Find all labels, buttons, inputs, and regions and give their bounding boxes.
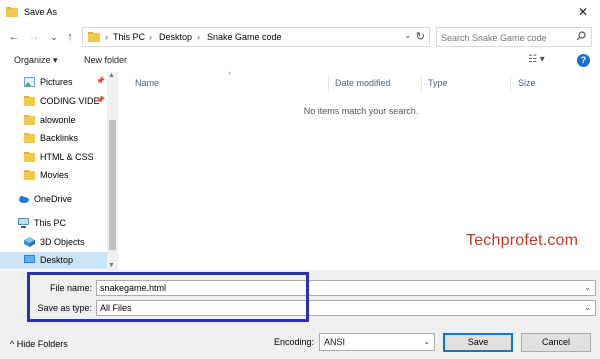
back-arrow-icon[interactable]: ←: [6, 29, 22, 45]
computer-icon: [18, 218, 29, 228]
watermark-text: Techprofet.com: [466, 232, 579, 249]
cancel-button[interactable]: Cancel: [521, 333, 591, 352]
save-button[interactable]: Save: [443, 333, 513, 352]
folder-icon: [24, 115, 35, 125]
folder-icon: [24, 96, 35, 106]
folder-icon: [88, 32, 100, 42]
pin-icon: 📌: [96, 97, 105, 104]
navigation-pane-scrollbar[interactable]: ▲ ▼: [107, 72, 118, 270]
sidebar-item-this-pc[interactable]: This PC: [0, 215, 106, 232]
recent-locations-chevron-icon[interactable]: ⌄: [46, 29, 62, 45]
chevron-down-icon[interactable]: ⌄: [584, 283, 591, 292]
breadcrumb-separator: ›: [105, 32, 108, 42]
save-as-window-icon: [6, 7, 18, 17]
chevron-down-icon[interactable]: ⌄: [584, 303, 591, 312]
window-title: Save As: [24, 7, 58, 17]
sidebar-item-label: Movies: [40, 170, 69, 180]
sidebar-item-label: Backlinks: [40, 133, 79, 143]
sidebar-item-label: This PC: [34, 218, 67, 228]
sidebar-item-onedrive[interactable]: OneDrive: [0, 191, 106, 208]
address-dropdown-icon[interactable]: ⌄: [404, 31, 411, 40]
cloud-icon: [19, 196, 29, 203]
column-header-type[interactable]: Type: [428, 78, 448, 88]
organize-button[interactable]: Organize ▾: [14, 55, 58, 66]
sidebar-item-desktop[interactable]: Desktop: [0, 252, 107, 269]
sidebar-item-alowonle[interactable]: alowonle: [0, 112, 106, 129]
sort-caret-icon: ^: [228, 72, 232, 79]
close-button[interactable]: ✕: [572, 3, 594, 21]
column-header-size[interactable]: Size: [518, 78, 536, 88]
help-icon[interactable]: ?: [577, 54, 590, 67]
title-bar: Save As ✕: [0, 0, 600, 24]
breadcrumb-separator: ›: [197, 32, 200, 42]
column-divider[interactable]: [328, 76, 329, 92]
navigation-pane: Pictures 📌 CODING VIDE 📌 alowonle Backli…: [0, 72, 118, 270]
sidebar-item-movies[interactable]: Movies: [0, 167, 106, 184]
column-divider[interactable]: [421, 76, 422, 92]
empty-folder-message: No items match your search.: [303, 106, 419, 116]
view-options-icon[interactable]: ☷ ▾: [528, 54, 545, 65]
sidebar-item-backlinks[interactable]: Backlinks: [0, 130, 106, 147]
search-input[interactable]: [441, 31, 569, 44]
forward-arrow-icon[interactable]: →: [26, 29, 42, 45]
refresh-icon[interactable]: ↻: [416, 30, 425, 43]
search-box[interactable]: [436, 27, 592, 47]
new-folder-button[interactable]: New folder: [84, 55, 127, 65]
address-bar[interactable]: › This PC › Desktop › Snake Game code ⌄ …: [82, 27, 430, 47]
command-bar: Organize ▾ New folder ☷ ▾ ?: [0, 50, 600, 72]
chevron-up-icon: ^: [10, 339, 15, 349]
navigation-bar: ← → ⌄ ↑ › This PC › Desktop › Snake Game…: [0, 24, 600, 50]
cube-icon: [24, 237, 35, 247]
breadcrumb-desktop[interactable]: Desktop: [159, 32, 192, 42]
encoding-select[interactable]: ANSI ⌄: [319, 333, 435, 351]
sidebar-item-label: Desktop: [40, 255, 74, 265]
breadcrumb-snake-game-code[interactable]: Snake Game code: [207, 32, 282, 42]
sidebar-item-label: Pictures: [40, 77, 73, 87]
folder-icon: [24, 170, 35, 180]
sidebar-item-3d-objects[interactable]: 3D Objects: [0, 234, 106, 251]
sidebar-item-coding-videos[interactable]: CODING VIDE 📌: [0, 93, 106, 110]
column-divider[interactable]: [510, 76, 511, 92]
breadcrumb-separator: ›: [149, 32, 152, 42]
pin-icon: 📌: [96, 78, 105, 85]
column-header-name[interactable]: Name: [135, 78, 159, 88]
search-icon: [576, 31, 586, 41]
sidebar-item-label: 3D Objects: [40, 237, 85, 247]
chevron-down-icon[interactable]: ⌄: [423, 337, 430, 346]
encoding-label: Encoding:: [274, 337, 315, 347]
sidebar-item-label: HTML & CSS: [40, 152, 94, 162]
breadcrumb-this-pc[interactable]: This PC: [113, 32, 145, 42]
scroll-down-icon[interactable]: ▼: [108, 262, 115, 269]
desktop-icon: [24, 255, 35, 263]
folder-icon: [24, 152, 35, 162]
sidebar-item-label: CODING VIDE: [40, 96, 100, 106]
sidebar-item-label: alowonle: [40, 115, 76, 125]
sidebar-item-pictures[interactable]: Pictures 📌: [0, 74, 106, 91]
highlight-annotation-box: [27, 272, 309, 322]
up-arrow-icon[interactable]: ↑: [62, 29, 78, 45]
column-header-date-modified[interactable]: Date modified: [335, 78, 391, 88]
hide-folders-label: Hide Folders: [16, 339, 68, 349]
sidebar-item-label: OneDrive: [34, 194, 73, 204]
folder-icon: [24, 133, 35, 143]
sidebar-item-html-css[interactable]: HTML & CSS: [0, 149, 106, 166]
file-list: ^ Name Date modified Type Size No items …: [118, 72, 600, 270]
hide-folders-toggle[interactable]: ^ Hide Folders: [10, 339, 68, 349]
scrollbar-thumb[interactable]: [109, 120, 116, 250]
scroll-up-icon[interactable]: ▲: [108, 72, 115, 79]
pictures-icon: [24, 77, 35, 87]
encoding-value[interactable]: ANSI: [324, 337, 345, 347]
